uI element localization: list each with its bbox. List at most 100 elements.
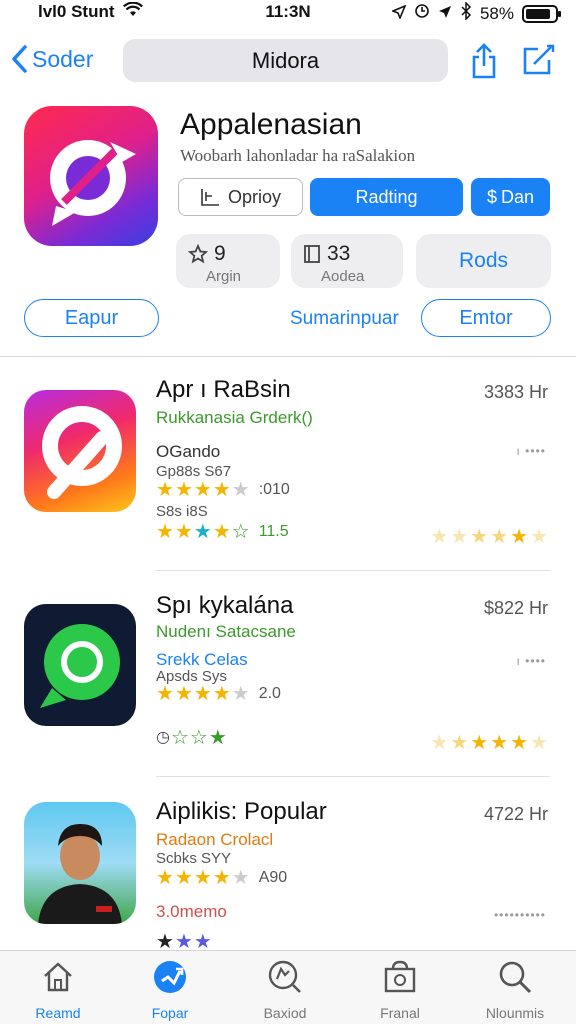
- app-name: Apr ı RaBsin: [156, 376, 291, 403]
- star-icon: ★: [490, 526, 509, 548]
- app-info: Scbks SYY: [156, 850, 232, 867]
- tab-label: Fopar: [151, 1005, 189, 1021]
- app-price: 3383 Hr: [483, 382, 548, 402]
- bluetooth-icon: [460, 1, 472, 25]
- star-icon: ★: [470, 732, 489, 754]
- back-label: Soder: [32, 45, 94, 72]
- star-rating: ★ ★ ★ ★ ★ 2.0: [156, 684, 281, 704]
- app-category: OGando: [156, 442, 221, 461]
- option-label: Oprioy: [227, 186, 281, 207]
- star-icon: ★: [430, 732, 449, 754]
- app-title: Appalenasian: [180, 108, 362, 141]
- app-icon: [24, 802, 136, 924]
- star-outline-icon: ☆: [189, 727, 208, 749]
- star-icon: ★: [490, 732, 509, 754]
- star-icon: ★: [212, 683, 231, 705]
- star-icon: ★: [212, 479, 231, 501]
- user-rating: ★ ★ ★ ★ ★ ★: [430, 730, 548, 755]
- star-icon: ★: [193, 683, 212, 705]
- star-outline-icon: ☆: [231, 521, 250, 543]
- section-divider: [0, 356, 576, 357]
- app-subtitle: Woobarh lahonladar ha raSalakion: [180, 146, 416, 165]
- more-icon[interactable]: ı ••••: [517, 654, 546, 668]
- star-icon: ★: [231, 867, 250, 889]
- star-icon: ★: [530, 732, 548, 754]
- list-item[interactable]: Aiplikis: Popular 4722 Hr Radaon Crolacl…: [0, 792, 576, 950]
- star-icon: ★: [470, 526, 489, 548]
- tab-home[interactable]: Reamd: [3, 959, 113, 1021]
- share-button[interactable]: [468, 42, 500, 85]
- rating-value: 11.5: [258, 523, 289, 540]
- chart-icon: [201, 189, 219, 206]
- app-icon[interactable]: [24, 106, 158, 246]
- get-label: Dan: [500, 186, 535, 207]
- star-icon: ★: [156, 867, 174, 889]
- rating-value: 9: [214, 242, 226, 265]
- alarm-icon: [414, 3, 430, 24]
- compose-icon: [523, 44, 555, 75]
- app-meta: 3.0memo: [156, 902, 227, 921]
- app-hero: Appalenasian Woobarh lahonladar ha raSal…: [0, 104, 576, 354]
- tab-search[interactable]: Nlounmis: [460, 959, 570, 1021]
- page-title[interactable]: Midora: [123, 39, 448, 82]
- star-icon: ★: [174, 867, 193, 889]
- developer-name: Radaon Crolacl: [156, 830, 274, 849]
- rating-value: 2.0: [258, 685, 281, 702]
- star-rating: ★ ★ ★ ★ ★ :010: [156, 480, 290, 500]
- star-outline-icon: ☆: [170, 727, 189, 749]
- tab-store[interactable]: Franal: [345, 959, 455, 1021]
- star-icon: ★: [193, 521, 212, 543]
- star-icon: ★: [193, 931, 212, 950]
- star-icon: ★: [450, 526, 469, 548]
- app-price: $822 Hr: [483, 598, 548, 618]
- search-icon: [460, 959, 570, 995]
- more-icon[interactable]: ••••••••••: [494, 908, 546, 922]
- tab-explore[interactable]: Baxiod: [230, 959, 340, 1021]
- app-price: 4722 Hr: [483, 804, 548, 824]
- star-icon: ★: [156, 931, 174, 950]
- primary-button[interactable]: Radting: [310, 178, 463, 216]
- list-item[interactable]: Spı kykalána $822 Hr Nudenı Satacsane Sr…: [0, 584, 576, 780]
- list-item[interactable]: Apr ı RaBsin 3383 Hr Rukkanasia Grderk()…: [0, 370, 576, 571]
- star-icon: ★: [231, 683, 250, 705]
- star-icon: ★: [212, 521, 231, 543]
- currency-icon: $: [486, 186, 497, 207]
- rating-count: :010: [258, 481, 290, 498]
- app-name: Spı kykalána: [156, 592, 294, 619]
- eapur-button[interactable]: Eapur: [24, 299, 159, 337]
- tab-label: Baxiod: [263, 1005, 307, 1021]
- star-icon: ★: [156, 479, 174, 501]
- option-button[interactable]: Oprioy: [178, 178, 303, 216]
- compass-icon: [230, 959, 340, 995]
- tab-label: Franal: [380, 1005, 420, 1021]
- home-icon: [3, 959, 113, 995]
- get-button[interactable]: $ Dan: [471, 178, 550, 216]
- star-icon: ★: [510, 732, 529, 754]
- row-divider: [156, 570, 550, 571]
- age-value: 33: [327, 242, 351, 265]
- rocket-icon: [115, 959, 225, 995]
- star-icon: ★: [174, 931, 193, 950]
- star-icon: ★: [231, 479, 250, 501]
- compose-button[interactable]: [520, 42, 556, 83]
- rods-button[interactable]: Rods: [416, 234, 551, 288]
- battery-percent: 58%: [479, 3, 514, 23]
- age-stat[interactable]: 33 Aodea: [291, 234, 403, 288]
- back-button[interactable]: Soder: [10, 44, 93, 74]
- rating-stat[interactable]: 9 Argin: [176, 234, 280, 288]
- app-category: Srekk Celas: [156, 650, 248, 669]
- star-icon: ★: [193, 479, 212, 501]
- rating-label: Argin: [206, 268, 242, 285]
- star-icon: ★: [174, 521, 193, 543]
- tab-label: Nlounmis: [485, 1005, 545, 1021]
- navigation-bar: Soder Midora: [0, 30, 576, 92]
- summary-link[interactable]: Sumarinpuar: [290, 308, 399, 330]
- more-icon[interactable]: ı ••••: [517, 444, 546, 458]
- emtor-button[interactable]: Emtor: [421, 299, 551, 337]
- developer-name: Rukkanasia Grderk(): [156, 408, 313, 427]
- bag-icon: [345, 959, 455, 995]
- tab-popular[interactable]: Fopar: [115, 959, 225, 1021]
- tab-label: Reamd: [35, 1005, 81, 1021]
- star-icon: ★: [174, 683, 193, 705]
- navigation-icon: [438, 4, 452, 24]
